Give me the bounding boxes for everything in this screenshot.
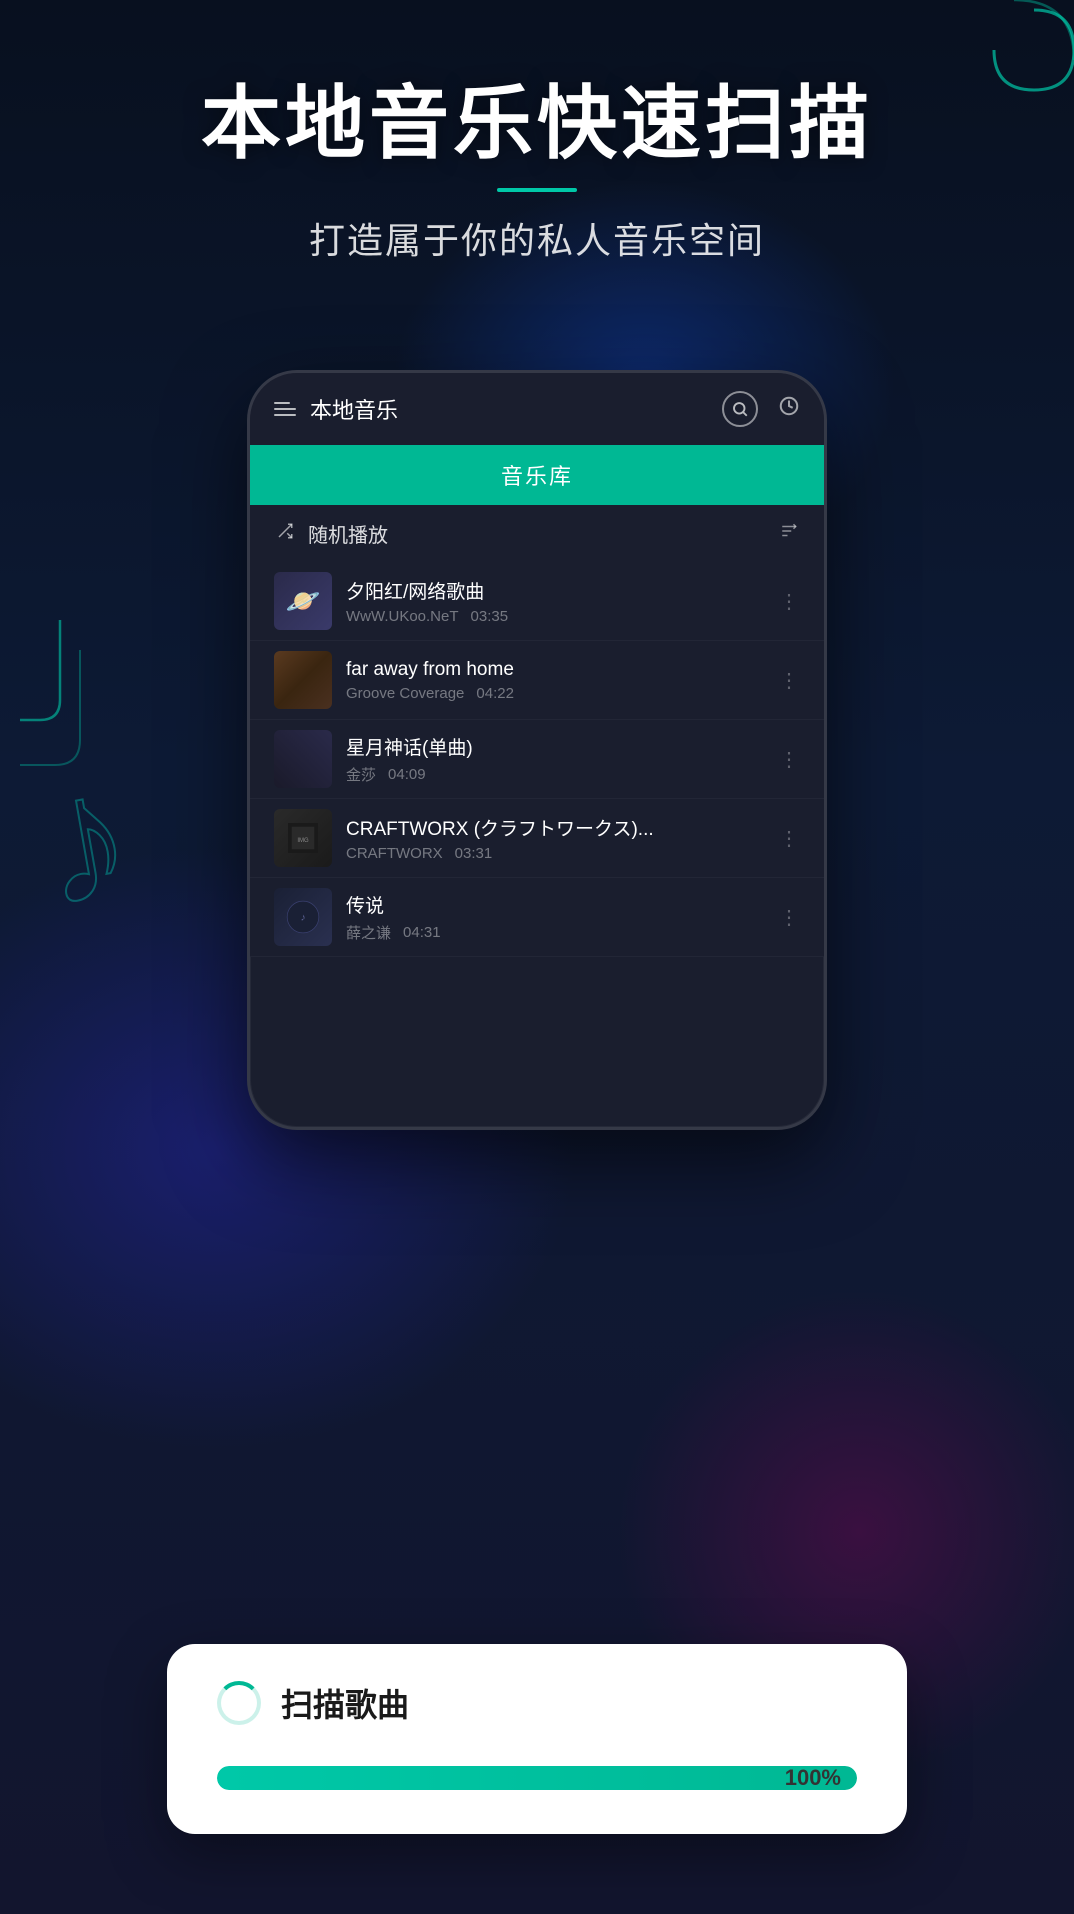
song-meta: WwW.UKoo.NeT 03:35 bbox=[346, 608, 765, 625]
shuffle-row[interactable]: 随机播放 bbox=[250, 505, 824, 562]
song-item[interactable]: far away from home Groove Coverage 04:22… bbox=[250, 641, 824, 720]
progress-bar-container: 100% bbox=[217, 1766, 857, 1790]
song-meta: 金莎 04:09 bbox=[346, 764, 765, 785]
scan-title: 扫描歌曲 bbox=[281, 1680, 409, 1726]
clock-icon[interactable] bbox=[778, 395, 800, 423]
thumb-image: IMG bbox=[274, 809, 332, 867]
song-duration: 03:35 bbox=[471, 608, 509, 625]
song-thumbnail: ♪ bbox=[274, 888, 332, 946]
svg-text:♪: ♪ bbox=[300, 913, 305, 924]
song-artist: WwW.UKoo.NeT bbox=[346, 608, 459, 625]
scan-dialog: 扫描歌曲 100% bbox=[167, 1644, 907, 1834]
song-thumbnail: IMG bbox=[274, 809, 332, 867]
song-duration: 04:09 bbox=[388, 766, 426, 783]
sort-icon[interactable] bbox=[778, 522, 800, 546]
song-thumbnail bbox=[274, 651, 332, 709]
thumb-image bbox=[274, 730, 332, 788]
song-info: 传说 薛之谦 04:31 bbox=[346, 891, 765, 943]
song-title: 传说 bbox=[346, 891, 765, 918]
song-title: 星月神话(单曲) bbox=[346, 733, 765, 760]
deco-bottom-left-lines bbox=[20, 620, 140, 940]
scan-header: 扫描歌曲 bbox=[217, 1680, 857, 1726]
search-icon[interactable] bbox=[722, 391, 758, 427]
song-thumbnail bbox=[274, 730, 332, 788]
hero-subtitle: 打造属于你的私人音乐空间 bbox=[0, 212, 1074, 264]
song-artist: 金莎 bbox=[346, 764, 376, 785]
svg-text:IMG: IMG bbox=[297, 838, 309, 844]
song-title: CRAFTWORX (クラフトワークス)... bbox=[346, 814, 765, 841]
hero-divider bbox=[497, 188, 577, 192]
music-library-tab[interactable]: 音乐库 bbox=[250, 445, 824, 505]
song-item[interactable]: IMG CRAFTWORX (クラフトワークス)... CRAFTWORX 03… bbox=[250, 799, 824, 878]
shuffle-icon bbox=[274, 522, 296, 546]
progress-bar-fill bbox=[217, 1766, 857, 1790]
song-artist: 薛之谦 bbox=[346, 922, 391, 943]
song-list: 夕阳红/网络歌曲 WwW.UKoo.NeT 03:35 ⋮ far away f… bbox=[250, 562, 824, 957]
progress-label: 100% bbox=[785, 1766, 841, 1790]
shuffle-label: 随机播放 bbox=[308, 519, 388, 548]
song-more-button[interactable]: ⋮ bbox=[779, 747, 800, 772]
song-item[interactable]: 星月神话(单曲) 金莎 04:09 ⋮ bbox=[250, 720, 824, 799]
song-artist: CRAFTWORX bbox=[346, 845, 443, 862]
song-info: 星月神话(单曲) 金莎 04:09 bbox=[346, 733, 765, 785]
song-duration: 03:31 bbox=[455, 845, 493, 862]
song-info: CRAFTWORX (クラフトワークス)... CRAFTWORX 03:31 bbox=[346, 814, 765, 862]
menu-icon[interactable] bbox=[274, 402, 296, 416]
song-more-button[interactable]: ⋮ bbox=[779, 905, 800, 930]
hero-title: 本地音乐快速扫描 bbox=[0, 80, 1074, 168]
hero-section: 本地音乐快速扫描 打造属于你的私人音乐空间 bbox=[0, 80, 1074, 264]
song-info: 夕阳红/网络歌曲 WwW.UKoo.NeT 03:35 bbox=[346, 577, 765, 625]
song-item[interactable]: 夕阳红/网络歌曲 WwW.UKoo.NeT 03:35 ⋮ bbox=[250, 562, 824, 641]
thumb-image bbox=[274, 651, 332, 709]
song-item[interactable]: ♪ 传说 薛之谦 04:31 ⋮ bbox=[250, 878, 824, 957]
song-title: 夕阳红/网络歌曲 bbox=[346, 577, 765, 604]
song-more-button[interactable]: ⋮ bbox=[779, 826, 800, 851]
song-meta: CRAFTWORX 03:31 bbox=[346, 845, 765, 862]
song-duration: 04:22 bbox=[476, 685, 514, 702]
song-title: far away from home bbox=[346, 659, 765, 681]
scan-spinner bbox=[217, 1681, 261, 1725]
phone-header: 本地音乐 bbox=[250, 373, 824, 445]
song-duration: 04:31 bbox=[403, 924, 441, 941]
phone-mockup: 本地音乐 音乐库 bbox=[247, 370, 827, 1130]
song-artist: Groove Coverage bbox=[346, 685, 464, 702]
song-meta: Groove Coverage 04:22 bbox=[346, 685, 765, 702]
phone-header-icons bbox=[722, 391, 800, 427]
shuffle-left: 随机播放 bbox=[274, 519, 388, 548]
song-info: far away from home Groove Coverage 04:22 bbox=[346, 659, 765, 702]
phone-header-left: 本地音乐 bbox=[274, 393, 398, 425]
song-more-button[interactable]: ⋮ bbox=[779, 668, 800, 693]
song-thumbnail bbox=[274, 572, 332, 630]
song-more-button[interactable]: ⋮ bbox=[779, 589, 800, 614]
song-meta: 薛之谦 04:31 bbox=[346, 922, 765, 943]
phone-title: 本地音乐 bbox=[310, 393, 398, 425]
